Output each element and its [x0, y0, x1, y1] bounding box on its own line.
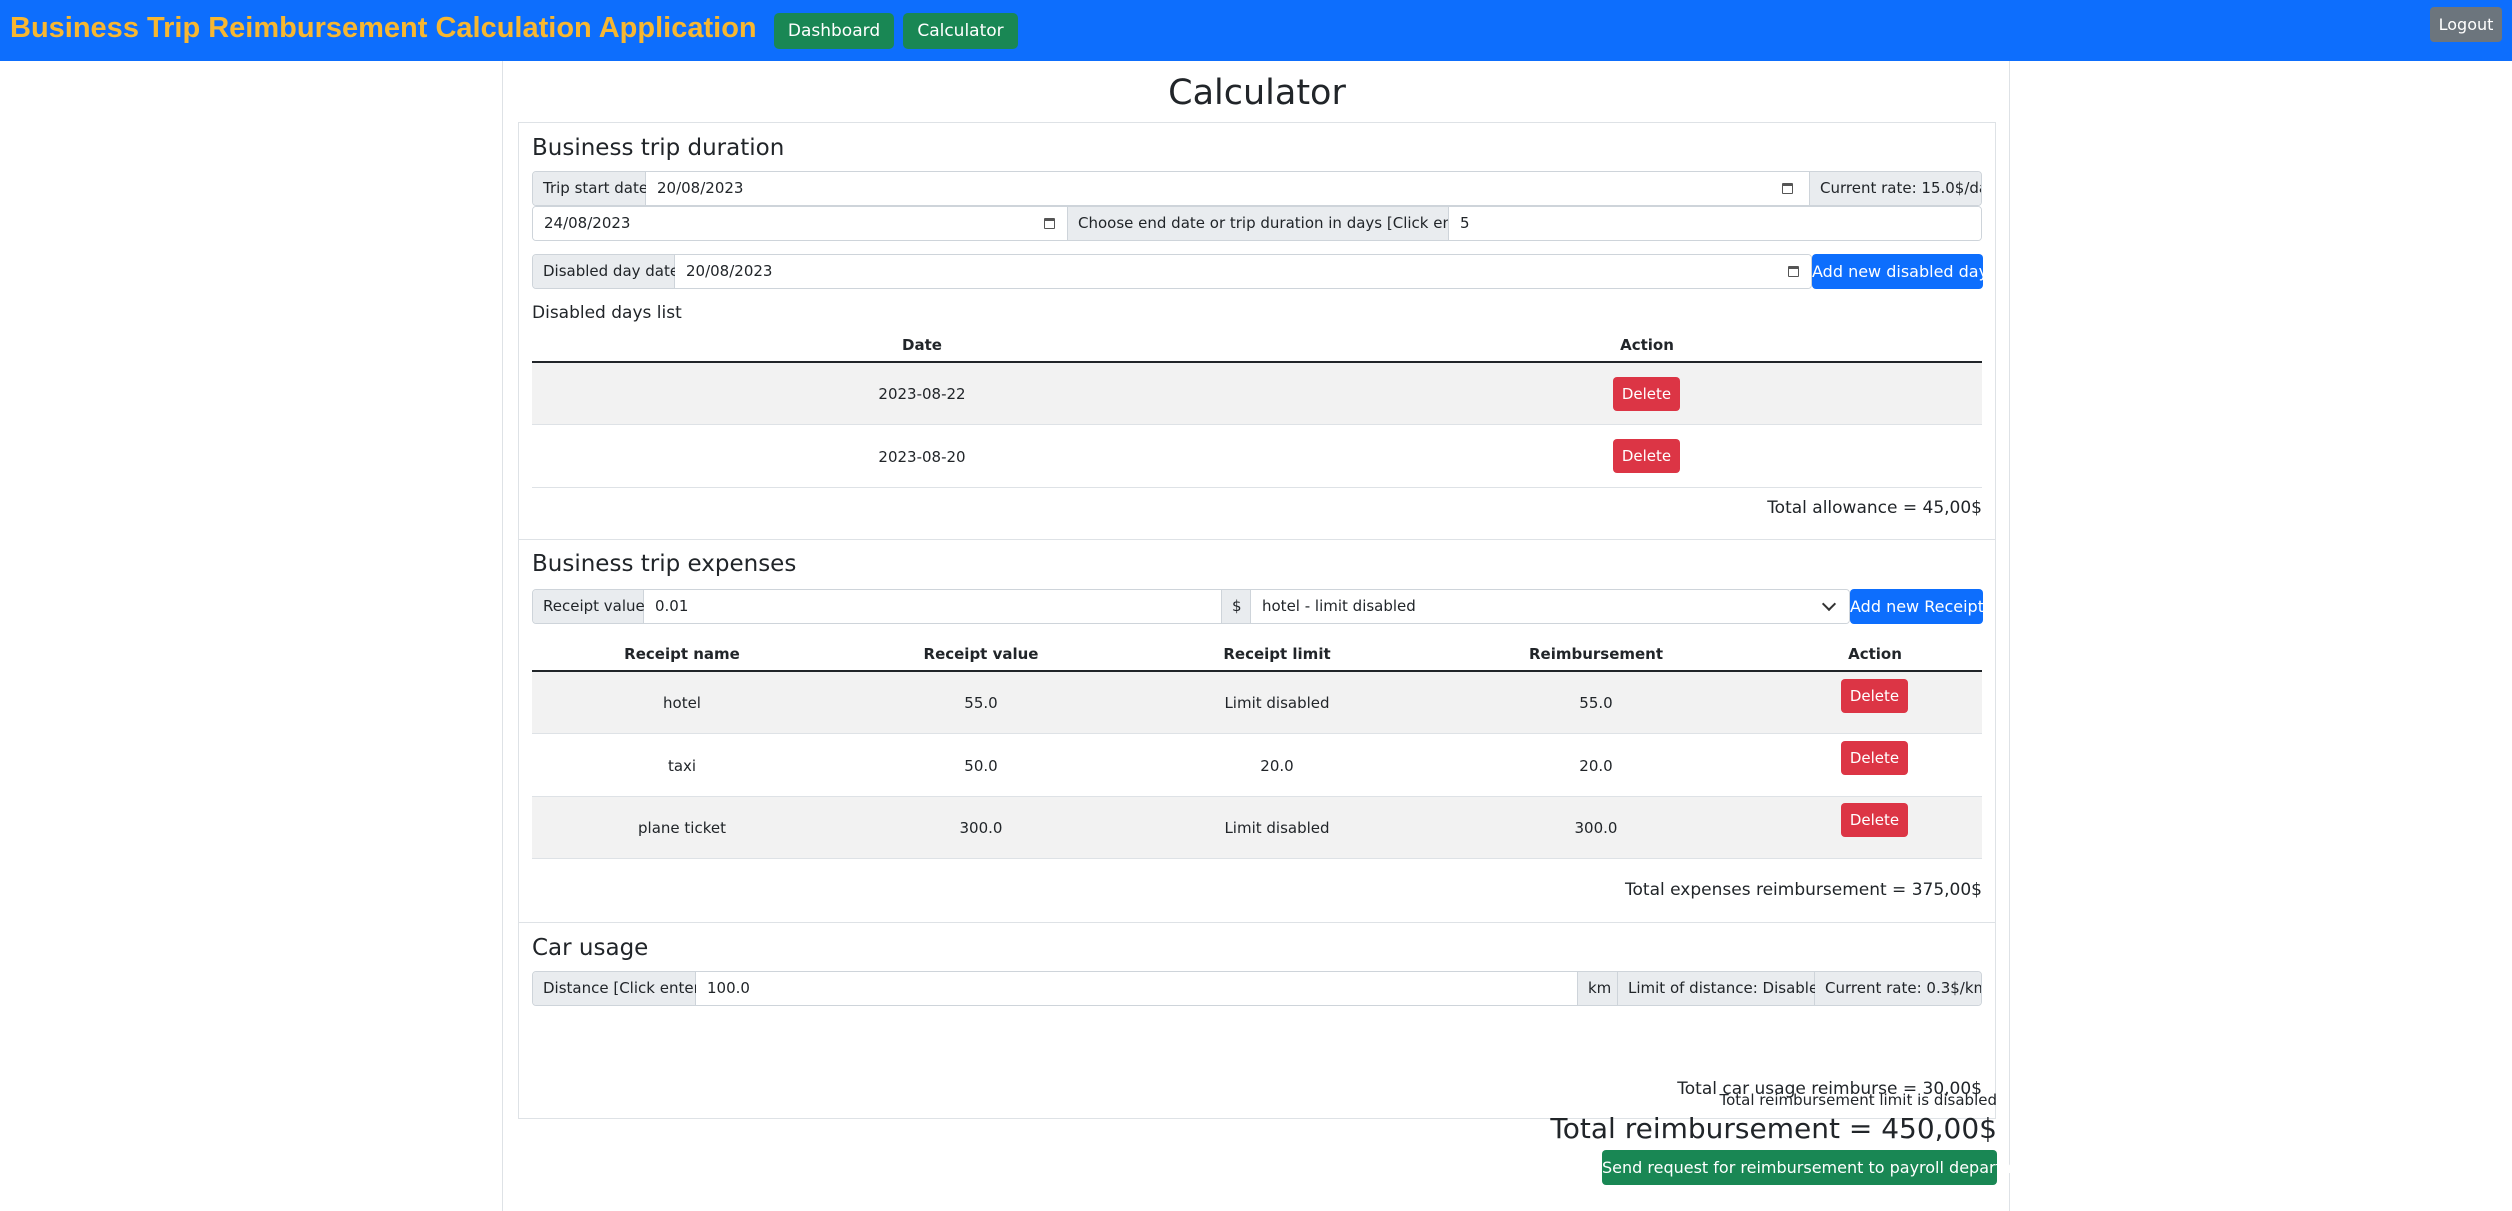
- distance-unit: km: [1577, 972, 1618, 1005]
- distance-label: Distance [Click enter]: [533, 972, 706, 1005]
- receipt-reimbursement: 55.0: [1579, 694, 1613, 712]
- delete-button[interactable]: Delete: [1841, 741, 1908, 775]
- column-header-reimbursement: Reimbursement: [1528, 645, 1664, 663]
- receipt-value-label: Receipt value: [533, 590, 645, 623]
- calendar-icon[interactable]: [1788, 266, 1799, 277]
- top-navbar: Business Trip Reimbursement Calculation …: [0, 0, 2512, 61]
- column-header-receipt-name: Receipt name: [624, 645, 740, 663]
- table-row: plane ticket 300.0 Limit disabled 300.0 …: [532, 797, 1982, 859]
- column-header-action: Action: [1620, 336, 1674, 354]
- car-usage-section: Car usage Distance [Click enter] 100.0 k…: [518, 922, 1996, 1119]
- disabled-day-group: Disabled day date 20/08/2023: [532, 254, 1812, 289]
- table-row: 2023-08-22 Delete: [532, 363, 1982, 425]
- disabled-day-date: 2023-08-22: [878, 385, 966, 403]
- trip-expenses-title: Business trip expenses: [532, 551, 797, 577]
- delete-button[interactable]: Delete: [1613, 439, 1680, 473]
- receipt-type-select[interactable]: hotel - limit disabled: [1251, 590, 1849, 623]
- receipt-limit: 20.0: [1260, 757, 1294, 775]
- delete-button[interactable]: Delete: [1841, 679, 1908, 713]
- trip-start-group: Trip start date 20/08/2023 Current rate:…: [532, 171, 1982, 206]
- column-header-receipt-limit: Receipt limit: [1223, 645, 1331, 663]
- table-row: hotel 55.0 Limit disabled 55.0 Delete: [532, 672, 1982, 734]
- calendar-icon[interactable]: [1782, 183, 1793, 194]
- app-brand-title: Business Trip Reimbursement Calculation …: [10, 12, 757, 44]
- receipt-input-group: Receipt value 0.01 $ hotel - limit disab…: [532, 589, 1850, 624]
- receipt-value: 50.0: [964, 757, 998, 775]
- receipt-value: 55.0: [964, 694, 998, 712]
- disabled-day-date-input[interactable]: 20/08/2023: [675, 255, 1811, 288]
- receipt-reimbursement: 20.0: [1579, 757, 1613, 775]
- trip-end-label: Choose end date or trip duration in days…: [1067, 207, 1479, 240]
- receipt-reimbursement: 300.0: [1574, 819, 1618, 837]
- car-usage-title: Car usage: [532, 935, 649, 961]
- nav-dashboard-button[interactable]: Dashboard: [774, 13, 894, 49]
- column-header-receipt-value: Receipt value: [923, 645, 1039, 663]
- receipt-name: plane ticket: [638, 819, 726, 837]
- receipt-name: hotel: [663, 694, 701, 712]
- column-header-action: Action: [1848, 645, 1902, 663]
- distance-input[interactable]: 100.0: [696, 972, 1577, 1005]
- reimbursement-limit-note: Total reimbursement limit is disabled: [1719, 1091, 1997, 1109]
- distance-input-group: Distance [Click enter] 100.0 km Limit of…: [532, 971, 1982, 1006]
- total-expenses-reimbursement: Total expenses reimbursement = 375,00$: [1625, 880, 1982, 900]
- trip-expenses-section: Business trip expenses Receipt value 0.0…: [518, 539, 1996, 923]
- trip-end-group: 24/08/2023 Choose end date or trip durat…: [532, 206, 1982, 241]
- trip-start-label: Trip start date: [533, 172, 648, 205]
- disabled-day-label: Disabled day date: [533, 255, 679, 288]
- trip-end-date-input[interactable]: 24/08/2023: [533, 207, 1068, 240]
- trip-duration-section: Business trip duration Trip start date 2…: [518, 122, 1996, 540]
- receipt-value-input[interactable]: 0.01: [644, 590, 1221, 623]
- delete-button[interactable]: Delete: [1841, 803, 1908, 837]
- nav-calculator-button[interactable]: Calculator: [903, 13, 1018, 49]
- column-header-date: Date: [902, 336, 942, 354]
- disabled-day-date: 2023-08-20: [878, 448, 966, 466]
- car-current-rate: Current rate: 0.3$/km: [1815, 972, 1981, 1005]
- trip-duration-title: Business trip duration: [532, 135, 785, 161]
- calendar-icon[interactable]: [1044, 218, 1055, 229]
- page-title: Calculator: [1168, 73, 1346, 113]
- table-row: taxi 50.0 20.0 20.0 Delete: [532, 735, 1982, 797]
- trip-start-date-input[interactable]: 20/08/2023: [646, 172, 1833, 205]
- table-row: 2023-08-20 Delete: [532, 426, 1982, 488]
- receipt-limit: Limit disabled: [1224, 819, 1330, 837]
- delete-button[interactable]: Delete: [1613, 377, 1680, 411]
- logout-button[interactable]: Logout: [2430, 7, 2502, 42]
- current-day-rate: Current rate: 15.0$/day: [1809, 172, 1981, 205]
- add-disabled-day-button[interactable]: Add new disabled day: [1812, 254, 1988, 289]
- receipt-limit: Limit disabled: [1224, 694, 1330, 712]
- main-container: Calculator Business trip duration Trip s…: [502, 61, 2044, 1211]
- receipt-name: taxi: [667, 757, 697, 775]
- add-receipt-button[interactable]: Add new Receipt: [1850, 589, 1984, 624]
- send-request-button[interactable]: Send request for reimbursement to payrol…: [1602, 1150, 2044, 1185]
- receipts-table: Receipt name Receipt value Receipt limit…: [532, 645, 1982, 859]
- disabled-days-list-title: Disabled days list: [532, 303, 682, 323]
- receipt-value: 300.0: [959, 819, 1003, 837]
- total-reimbursement: Total reimbursement = 450,00$: [1550, 1112, 1997, 1145]
- currency-label: $: [1221, 590, 1251, 623]
- total-allowance: Total allowance = 45,00$: [1767, 498, 1982, 518]
- disabled-days-table: Date Action 2023-08-22 Delete 2023-08-20…: [532, 336, 1982, 506]
- distance-limit: Limit of distance: Disabled: [1618, 972, 1828, 1005]
- trip-duration-days-input[interactable]: 5: [1448, 207, 1981, 240]
